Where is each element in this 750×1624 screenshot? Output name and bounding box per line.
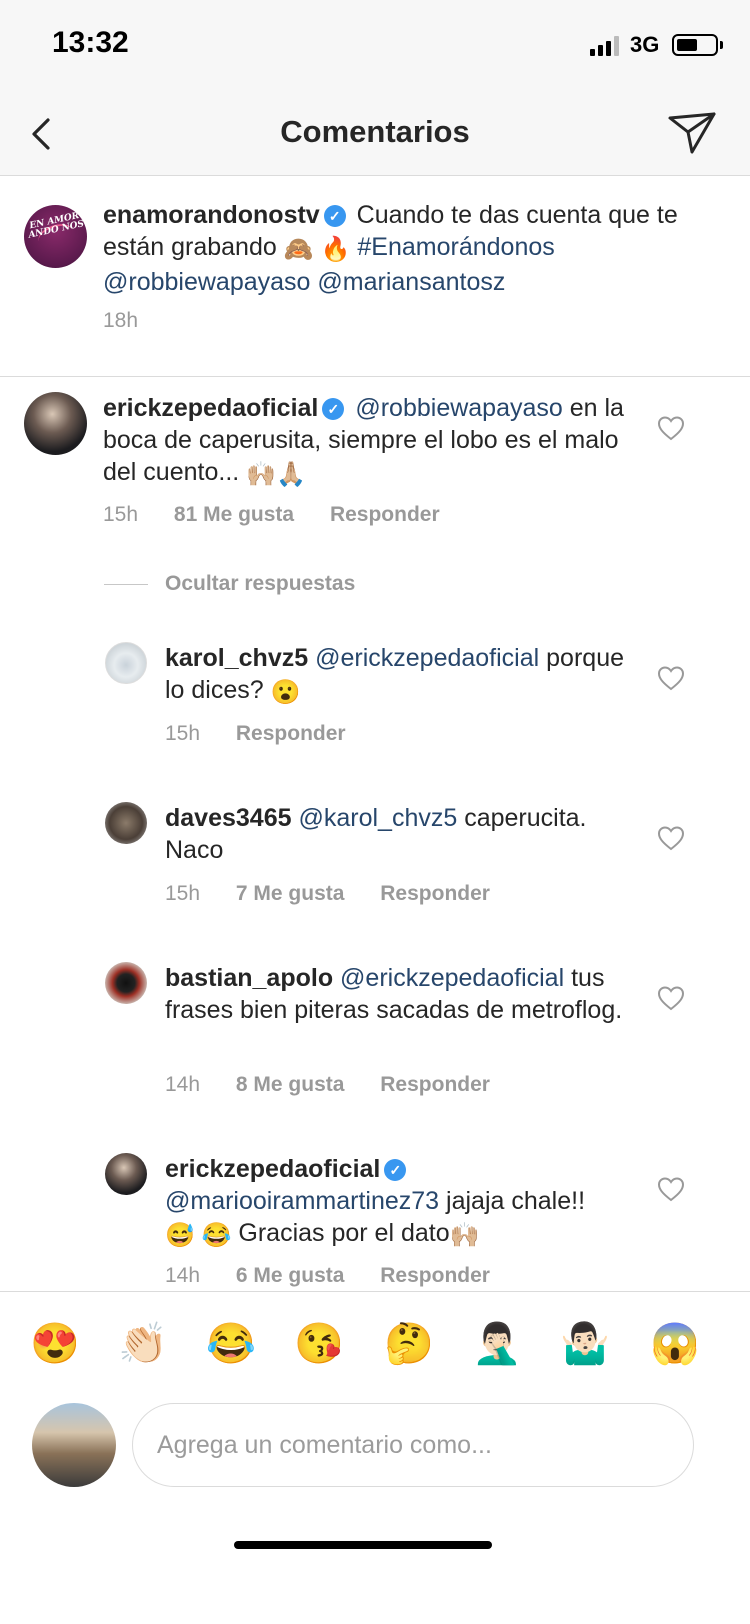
reply-username[interactable]: karol_chvz5 [165, 644, 308, 672]
comment-meta: 15h 81 Me gusta Responder [103, 503, 440, 527]
verified-badge-icon: ✓ [384, 1159, 407, 1181]
reply-button[interactable]: Responder [380, 882, 490, 905]
reply-username[interactable]: erickzepedaoficial [165, 1155, 380, 1183]
reply-mention[interactable]: @karol_chvz5 [298, 804, 457, 832]
caption-mention-1[interactable]: @robbiewapayaso [103, 268, 310, 296]
reply-time: 14h [165, 1264, 201, 1287]
reply-text: daves3465 @karol_chvz5 caperucita. Naco [165, 802, 635, 866]
reply-mention[interactable]: @erickzepedaoficial [340, 964, 564, 992]
reply-time: 15h [165, 882, 201, 905]
reply-likes[interactable]: 7 Me gusta [236, 882, 345, 905]
kiss-emoji-button[interactable]: 😘 [294, 1320, 344, 1368]
comment-time: 15h [103, 503, 139, 526]
hide-replies-button[interactable]: Ocultar respuestas [165, 572, 355, 596]
reply-mention[interactable]: @erickzepedaoficial [315, 644, 539, 672]
reply-button[interactable]: Responder [330, 503, 440, 526]
reply-username[interactable]: bastian_apolo [165, 964, 333, 992]
comment-input[interactable] [132, 1403, 694, 1487]
comment-text: erickzepedaoficial ✓ @robbiewapayaso en l… [103, 392, 643, 491]
laughing-faces-icon: 😅 😂 [165, 1222, 232, 1249]
verified-badge-icon: ✓ [323, 205, 346, 227]
paper-plane-icon[interactable] [666, 106, 720, 160]
signal-icon [590, 36, 622, 56]
page-title: Comentarios [280, 114, 470, 149]
comment-username[interactable]: erickzepedaoficial [103, 394, 318, 422]
emoji-bar: 😍 👏🏻 😂 😘 🤔 🤦🏻‍♂️ 🤷🏻‍♂️ 😱 [0, 1291, 750, 1397]
tears-of-joy-emoji-button[interactable]: 😂 [206, 1320, 256, 1368]
status-time: 13:32 [52, 26, 129, 59]
avatar[interactable] [105, 962, 147, 1004]
fire-icon: 🔥 [320, 236, 351, 263]
reply-likes[interactable]: 8 Me gusta [236, 1073, 345, 1096]
caption-hashtag[interactable]: #Enamorándonos [357, 233, 554, 261]
heart-icon[interactable] [657, 985, 685, 1011]
verified-badge-icon: ✓ [322, 398, 345, 420]
avatar[interactable] [24, 392, 87, 455]
avatar[interactable]: EN AMOR ANDO NOS [24, 205, 87, 268]
home-indicator[interactable] [234, 1541, 492, 1549]
battery-tip [720, 41, 723, 49]
reply-likes[interactable]: 6 Me gusta [236, 1264, 345, 1287]
reply-mention[interactable]: @mariooirammartinez73 [165, 1187, 439, 1215]
post-caption: EN AMOR ANDO NOS enamorandonostv ✓ Cuando… [0, 177, 750, 377]
caption-username[interactable]: enamorandonostv [103, 201, 320, 229]
battery-icon [672, 34, 718, 56]
reply-time: 14h [165, 1073, 201, 1096]
caption-time: 18h [103, 309, 139, 332]
header: Comentarios [0, 90, 750, 176]
reply-text: bastian_apolo @erickzepedaoficial tus fr… [165, 962, 635, 1026]
astonished-face-icon: 😮 [270, 679, 301, 706]
avatar [32, 1403, 116, 1487]
reply-meta: 15h 7 Me gusta Responder [165, 882, 490, 906]
divider [104, 584, 148, 585]
heart-icon[interactable] [657, 665, 685, 691]
screaming-emoji-button[interactable]: 😱 [650, 1320, 700, 1368]
facepalm-emoji-button[interactable]: 🤦🏻‍♂️ [472, 1320, 522, 1368]
heart-icon[interactable] [657, 1176, 685, 1202]
shrug-emoji-button[interactable]: 🤷🏻‍♂️ [560, 1320, 610, 1368]
caption-text: enamorandonostv ✓ Cuando te das cuenta qu… [103, 199, 713, 298]
raised-hands-icon: 🙌🏼 [449, 1222, 480, 1249]
heart-icon[interactable] [657, 825, 685, 851]
avatar[interactable] [105, 642, 147, 684]
reply-body-2: Gracias por el dato [238, 1219, 450, 1247]
comment-composer [0, 1397, 750, 1624]
reply-body: jajaja chale!! [446, 1187, 586, 1215]
reply-button[interactable]: Responder [380, 1264, 490, 1287]
reply-text: karol_chvz5 @erickzepedaoficial porque l… [165, 642, 635, 709]
reply-meta: 15h Responder [165, 722, 346, 746]
reply-meta: 14h 6 Me gusta Responder [165, 1264, 490, 1288]
caption-meta: 18h [103, 309, 168, 333]
avatar[interactable] [105, 1153, 147, 1195]
network-type: 3G [630, 32, 660, 57]
raised-hands-praying-icon: 🙌🏼🙏🏼 [246, 461, 306, 488]
reply-button[interactable]: Responder [236, 722, 346, 745]
thinking-emoji-button[interactable]: 🤔 [384, 1320, 434, 1368]
heart-eyes-emoji-button[interactable]: 😍 [30, 1320, 80, 1368]
clapping-hands-emoji-button[interactable]: 👏🏻 [118, 1320, 168, 1368]
see-no-evil-monkey-icon: 🙈 [283, 236, 314, 263]
caption-mention-2[interactable]: @mariansantosz [317, 268, 505, 296]
reply-meta: 14h 8 Me gusta Responder [165, 1073, 490, 1097]
comment-mention[interactable]: @robbiewapayaso [355, 394, 562, 422]
reply-time: 15h [165, 722, 201, 745]
reply-button[interactable]: Responder [380, 1073, 490, 1096]
avatar[interactable] [105, 802, 147, 844]
comment-likes[interactable]: 81 Me gusta [174, 503, 294, 526]
reply-text: erickzepedaoficial ✓ @mariooirammartinez7… [165, 1153, 635, 1252]
status-bar: 13:32 3G [0, 0, 750, 90]
reply-username[interactable]: daves3465 [165, 804, 292, 832]
heart-icon[interactable] [657, 415, 685, 441]
